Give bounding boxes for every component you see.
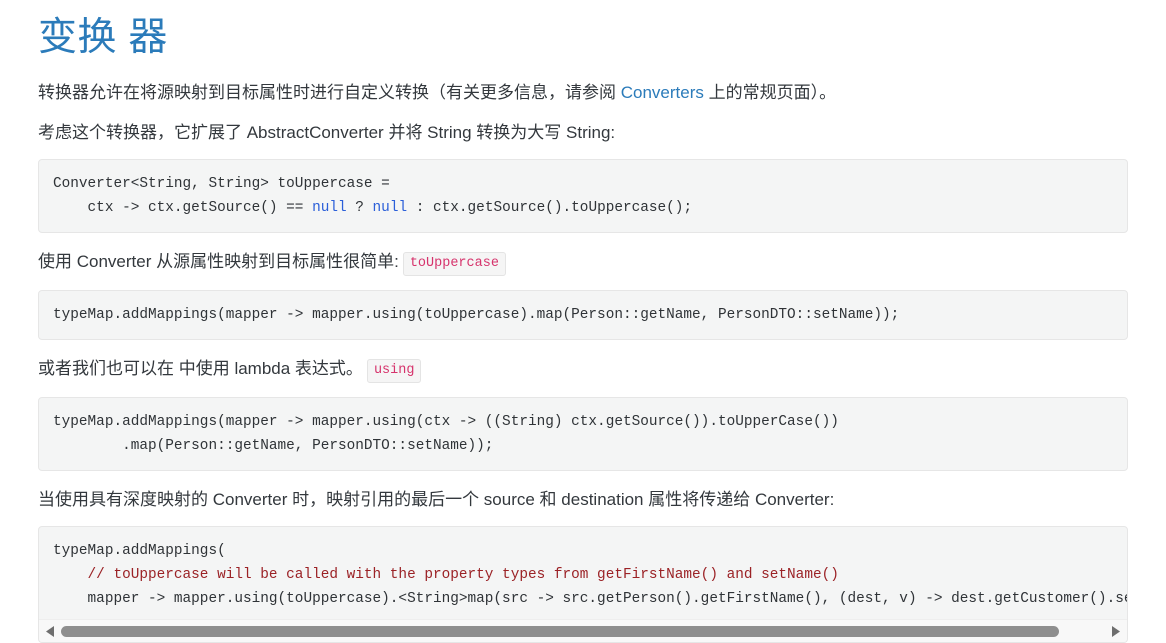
horizontal-scrollbar[interactable] [39,619,1127,642]
scroll-left-button[interactable] [39,620,61,642]
intro-text-before-link: 转换器允许在将源映射到目标属性时进行自定义转换（有关更多信息，请参阅 [38,83,621,102]
consider-paragraph: 考虑这个转换器，它扩展了 AbstractConverter 并将 String… [38,123,616,142]
triangle-left-icon [45,625,54,637]
code-line-1: typeMap.addMappings( [53,543,226,559]
converters-link[interactable]: Converters [621,83,704,102]
lambda-paragraph: 或者我们也可以在 中使用 lambda 表达式。 using [38,356,1128,383]
code-line-1: typeMap.addMappings(mapper -> mapper.usi… [53,307,900,323]
code-line-2: .map(Person::getName, PersonDTO::setName… [53,438,494,454]
inline-code-touppercase: toUppercase [402,252,506,276]
code-content: Converter<String, String> toUppercase = … [39,172,1127,220]
page-title: 变换 器 [38,16,168,59]
code-comment-line: // toUppercase will be called with the p… [53,567,839,583]
code-line-1: Converter<String, String> toUppercase = [53,176,390,192]
scrollbar-track[interactable] [61,620,1105,642]
deep-mapping-paragraph: 当使用具有深度映射的 Converter 时，映射引用的最后一个 source … [38,490,835,509]
code-keyword-null-1: null [312,200,347,216]
using-converter-paragraph: 使用 Converter 从源属性映射到目标属性很简单: toUppercase [38,249,1128,276]
using-converter-text: 使用 Converter 从源属性映射到目标属性很简单: [38,252,399,271]
code-block-add-mappings-simple[interactable]: typeMap.addMappings(mapper -> mapper.usi… [38,290,1128,340]
code-line-2-post: : ctx.getSource().toUppercase(); [407,200,693,216]
intro-paragraph: 转换器允许在将源映射到目标属性时进行自定义转换（有关更多信息，请参阅 Conve… [38,80,1128,105]
code-content: typeMap.addMappings(mapper -> mapper.usi… [39,303,1127,327]
document-page: 变换 器 转换器允许在将源映射到目标属性时进行自定义转换（有关更多信息，请参阅 … [0,0,1166,643]
code-block-converter-declaration[interactable]: Converter<String, String> toUppercase = … [38,159,1128,233]
lambda-text: 或者我们也可以在 中使用 lambda 表达式。 [38,359,363,378]
code-block-add-mappings-lambda[interactable]: typeMap.addMappings(mapper -> mapper.usi… [38,397,1128,471]
scroll-right-button[interactable] [1105,620,1127,642]
scrollbar-thumb[interactable] [61,625,1060,637]
inline-code-using: using [366,359,422,383]
intro-text-after-link: 上的常规页面）。 [703,83,837,102]
triangle-right-icon [1111,625,1120,637]
code-content: typeMap.addMappings(mapper -> mapper.usi… [39,410,1127,458]
code-line-2-pre: ctx -> ctx.getSource() == [53,200,313,216]
code-keyword-null-2: null [372,200,408,216]
code-line-1: typeMap.addMappings(mapper -> mapper.usi… [53,414,839,430]
code-line-3: mapper -> mapper.using(toUppercase).<Str… [53,591,1127,607]
code-content: typeMap.addMappings( // toUppercase will… [39,539,1127,611]
code-line-2-mid: ? [346,200,373,216]
code-block-add-mappings-deep[interactable]: typeMap.addMappings( // toUppercase will… [38,526,1128,643]
